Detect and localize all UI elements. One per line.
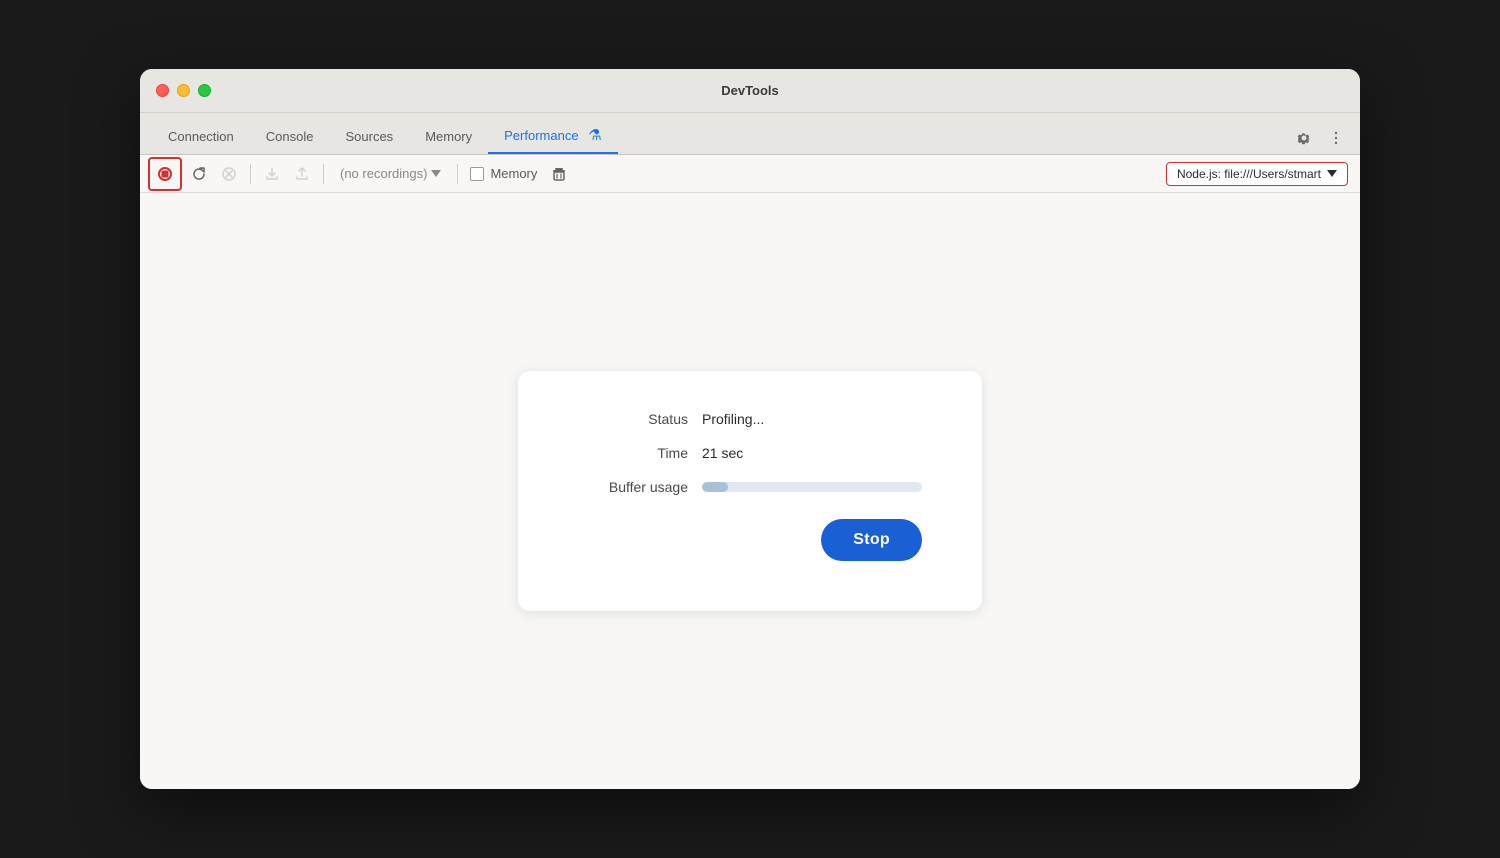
- window-title: DevTools: [721, 83, 779, 98]
- garbage-collect-icon: [550, 165, 568, 183]
- minimize-button[interactable]: [177, 84, 190, 97]
- node-target-dropdown[interactable]: Node.js: file:///Users/stmart: [1166, 162, 1348, 186]
- node-dropdown-arrow-icon: [1327, 170, 1337, 178]
- import-icon: [264, 166, 280, 182]
- tab-memory[interactable]: Memory: [409, 121, 488, 154]
- profiling-card: Status Profiling... Time 21 sec Buffer u…: [518, 371, 982, 611]
- time-value: 21 sec: [702, 445, 743, 461]
- toolbar: (no recordings) Memory Node.js: file:///…: [140, 155, 1360, 193]
- time-row: Time 21 sec: [578, 445, 922, 461]
- more-icon: [1328, 130, 1344, 146]
- tab-connection[interactable]: Connection: [152, 121, 250, 154]
- stop-button[interactable]: Stop: [821, 519, 922, 561]
- gear-icon: [1296, 130, 1312, 146]
- record-button[interactable]: [151, 160, 179, 188]
- memory-label-text: Memory: [490, 166, 537, 181]
- record-button-highlight: [148, 157, 182, 191]
- status-row: Status Profiling...: [578, 411, 922, 427]
- garbage-collect-button[interactable]: [545, 160, 573, 188]
- clear-button[interactable]: [216, 161, 242, 187]
- flask-icon: ⚗: [588, 127, 601, 144]
- reload-icon: [191, 166, 207, 182]
- more-button[interactable]: [1324, 126, 1348, 150]
- export-icon: [294, 166, 310, 182]
- devtools-window: DevTools Connection Console Sources Memo…: [140, 69, 1360, 789]
- memory-checkbox[interactable]: [470, 167, 484, 181]
- tab-console[interactable]: Console: [250, 121, 330, 154]
- time-label: Time: [578, 445, 688, 461]
- buffer-bar: [702, 482, 922, 492]
- main-content: Status Profiling... Time 21 sec Buffer u…: [140, 193, 1360, 789]
- close-button[interactable]: [156, 84, 169, 97]
- traffic-lights: [156, 84, 211, 97]
- record-icon: [156, 165, 174, 183]
- import-button[interactable]: [259, 161, 285, 187]
- buffer-label: Buffer usage: [578, 479, 688, 495]
- toolbar-divider-2: [323, 164, 324, 184]
- maximize-button[interactable]: [198, 84, 211, 97]
- status-label: Status: [578, 411, 688, 427]
- buffer-row: Buffer usage: [578, 479, 922, 495]
- clear-icon: [221, 166, 237, 182]
- tabs-container: Connection Console Sources Memory Perfor…: [152, 118, 1292, 154]
- memory-toggle-label[interactable]: Memory: [470, 166, 537, 181]
- toolbar-divider-3: [457, 164, 458, 184]
- status-value: Profiling...: [702, 411, 764, 427]
- tab-sources[interactable]: Sources: [329, 121, 409, 154]
- export-button[interactable]: [289, 161, 315, 187]
- stop-btn-row: Stop: [578, 519, 922, 561]
- settings-button[interactable]: [1292, 126, 1316, 150]
- recordings-dropdown[interactable]: (no recordings): [332, 162, 449, 185]
- reload-button[interactable]: [186, 161, 212, 187]
- buffer-bar-fill: [702, 482, 728, 492]
- recordings-placeholder: (no recordings): [340, 166, 427, 181]
- title-bar: DevTools: [140, 69, 1360, 113]
- node-target-label: Node.js: file:///Users/stmart: [1177, 167, 1321, 181]
- tab-performance[interactable]: Performance ⚗: [488, 118, 618, 154]
- tab-bar-actions: [1292, 126, 1348, 154]
- dropdown-arrow-icon: [431, 170, 441, 178]
- toolbar-divider-1: [250, 164, 251, 184]
- tab-bar: Connection Console Sources Memory Perfor…: [140, 113, 1360, 155]
